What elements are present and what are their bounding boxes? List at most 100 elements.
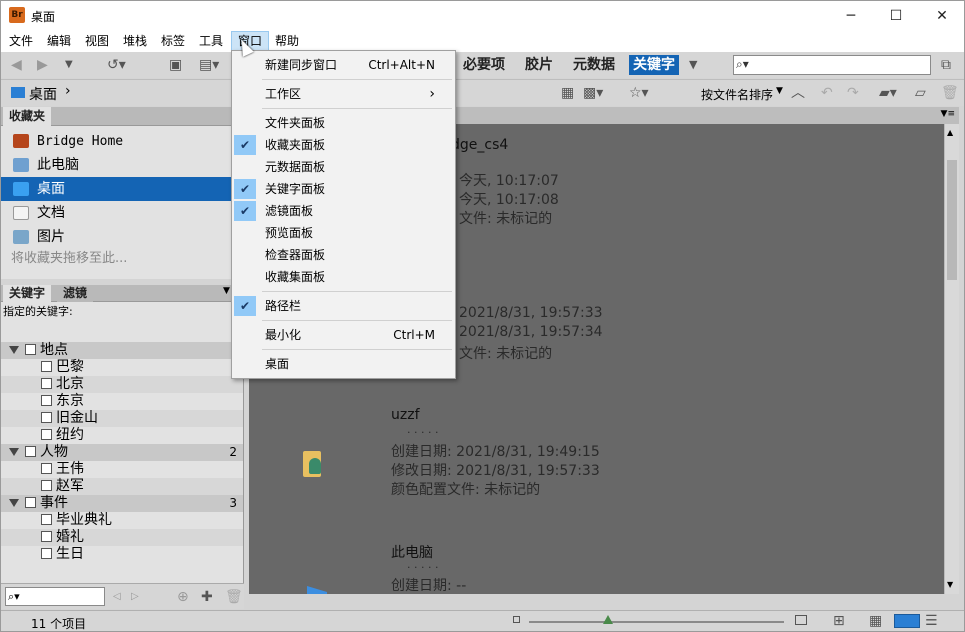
menu-keywords-panel[interactable]: ✔ 关键字面板 (232, 178, 455, 200)
favorite-pictures[interactable]: 图片 (1, 225, 244, 249)
checkbox[interactable] (41, 531, 52, 542)
sort-label[interactable]: 按文件名排序 (701, 86, 773, 103)
workspace-essentials[interactable]: 必要项 (459, 55, 509, 75)
tab-favorites[interactable]: 收藏夹 (3, 107, 52, 126)
minimize-button[interactable]: ─ (828, 1, 874, 31)
menu-preview-panel[interactable]: 预览面板 (232, 222, 455, 244)
rating-dots[interactable]: . . . . . (407, 423, 438, 436)
menu-workspace[interactable]: 工作区 › (232, 83, 455, 105)
scroll-down-icon[interactable]: ▼ (947, 580, 953, 589)
grid-lock-icon[interactable]: ⊞ (833, 612, 845, 630)
panel-menu-icon[interactable]: ▼ (223, 286, 230, 296)
thumbnail-small-icon[interactable] (513, 616, 520, 623)
sort-dropdown-icon[interactable]: ▼ (776, 86, 783, 96)
keyword-item[interactable]: 北京 (1, 376, 243, 393)
slider-thumb[interactable] (603, 615, 613, 624)
keyword-item[interactable]: 东京 (1, 393, 243, 410)
item-name[interactable]: uzzf (391, 407, 420, 423)
menu-minimize[interactable]: 最小化 Ctrl+M (232, 324, 455, 346)
forward-icon[interactable]: ▶ (37, 56, 48, 74)
menu-filter-panel[interactable]: ✔ 滤镜面板 (232, 200, 455, 222)
content-menu-icon[interactable]: ▼≡ (941, 109, 955, 119)
keyword-item[interactable]: 巴黎 (1, 359, 243, 376)
menu-help[interactable]: 帮助 (269, 31, 305, 52)
view-options-icon[interactable]: ▩▾ (583, 84, 603, 102)
workspace-dropdown-icon[interactable]: ▼ (689, 56, 697, 74)
checkbox[interactable] (41, 412, 52, 423)
checkbox[interactable] (41, 395, 52, 406)
rotate-right-icon[interactable]: ↷ (847, 84, 859, 102)
scroll-thumb[interactable] (947, 160, 957, 280)
camera-icon[interactable]: ▣ (169, 56, 182, 74)
menu-stacks[interactable]: 堆栈 (117, 31, 153, 52)
search-input[interactable]: ⌕▾ (733, 55, 931, 75)
thumbnail-large-icon[interactable] (795, 615, 807, 625)
keyword-item[interactable]: 旧金山 (1, 410, 243, 427)
new-subkeyword-icon[interactable]: ⊕ (177, 588, 189, 606)
menu-favorites-panel[interactable]: ✔ 收藏夹面板 (232, 134, 455, 156)
expand-triangle-icon[interactable] (9, 346, 19, 354)
keyword-category-events[interactable]: 事件 3 (1, 495, 243, 512)
path-chevron-icon[interactable]: › (65, 83, 71, 99)
maximize-button[interactable]: ☐ (873, 1, 919, 31)
expand-triangle-icon[interactable] (9, 499, 19, 507)
favorite-desktop[interactable]: 桌面 (1, 177, 244, 201)
expand-triangle-icon[interactable] (9, 448, 19, 456)
refine-icon[interactable]: ▤▾ (199, 56, 219, 74)
menu-folders-panel[interactable]: 文件夹面板 (232, 112, 455, 134)
favorite-this-pc[interactable]: 此电脑 (1, 153, 244, 177)
computer-thumbnail-icon[interactable] (307, 586, 327, 594)
workspace-filmstrip[interactable]: 胶片 (521, 55, 557, 75)
menu-desktop-window[interactable]: 桌面 (232, 353, 455, 375)
favorite-documents[interactable]: 文档 (1, 201, 244, 225)
menu-file[interactable]: 文件 (3, 31, 39, 52)
prev-result-icon[interactable]: ◁ (113, 588, 121, 606)
menu-new-sync-window[interactable]: 新建同步窗口 Ctrl+Alt+N (232, 54, 455, 76)
rating-dots[interactable]: . . . . . (407, 558, 438, 571)
path-location[interactable]: 桌面 (29, 84, 57, 104)
checkbox[interactable] (25, 344, 36, 355)
workspace-metadata[interactable]: 元数据 (569, 55, 619, 75)
checkbox[interactable] (25, 446, 36, 457)
checkbox[interactable] (41, 463, 52, 474)
tab-keywords[interactable]: 关键字 (3, 285, 52, 302)
back-icon[interactable]: ◀ (11, 56, 22, 74)
new-keyword-icon[interactable]: ✚ (201, 588, 213, 606)
rotate-left-icon[interactable]: ↶ (821, 84, 833, 102)
checkbox[interactable] (41, 378, 52, 389)
close-button[interactable]: ✕ (919, 1, 964, 31)
menu-metadata-panel[interactable]: 元数据面板 (232, 156, 455, 178)
vertical-scrollbar[interactable]: ▲ ▼ (944, 124, 959, 594)
thumbnail-size-slider[interactable] (529, 621, 784, 623)
keyword-category-people[interactable]: 人物 2 (1, 444, 243, 461)
quality-icon[interactable]: ▦ (561, 84, 574, 102)
keyword-search-input[interactable]: ⌕▾ (5, 587, 105, 606)
keyword-item[interactable]: 婚礼 (1, 529, 243, 546)
keyword-item[interactable]: 毕业典礼 (1, 512, 243, 529)
checkbox[interactable] (41, 548, 52, 559)
workspace-keywords[interactable]: 关键字 (629, 55, 679, 75)
scroll-up-icon[interactable]: ▲ (947, 128, 953, 137)
view-thumbnails-icon[interactable]: ▦ (869, 612, 882, 630)
checkbox[interactable] (41, 429, 52, 440)
view-list-icon[interactable]: ☰ (925, 612, 938, 630)
next-result-icon[interactable]: ▷ (131, 588, 139, 606)
compact-mode-icon[interactable]: ⧉ (941, 56, 951, 74)
checkbox[interactable] (41, 514, 52, 525)
recent-dropdown-icon[interactable]: ▼ (65, 56, 73, 74)
tab-filter[interactable]: 滤镜 (57, 285, 94, 302)
delete-icon[interactable]: 🗑 (941, 84, 959, 102)
menu-view[interactable]: 视图 (79, 31, 115, 52)
menu-edit[interactable]: 编辑 (41, 31, 77, 52)
horizontal-scrollbar[interactable] (249, 594, 959, 607)
menu-inspector-panel[interactable]: 检查器面板 (232, 244, 455, 266)
menu-collections-panel[interactable]: 收藏集面板 (232, 266, 455, 288)
view-details-icon[interactable] (894, 614, 920, 628)
checkbox[interactable] (25, 497, 36, 508)
menu-label[interactable]: 标签 (155, 31, 191, 52)
favorite-bridge-home[interactable]: Bridge Home (1, 129, 244, 153)
star-filter-icon[interactable]: ☆▾ (629, 84, 649, 102)
menu-tools[interactable]: 工具 (193, 31, 229, 52)
boomerang-icon[interactable]: ↺▾ (107, 56, 126, 74)
keyword-item[interactable]: 生日 (1, 546, 243, 563)
